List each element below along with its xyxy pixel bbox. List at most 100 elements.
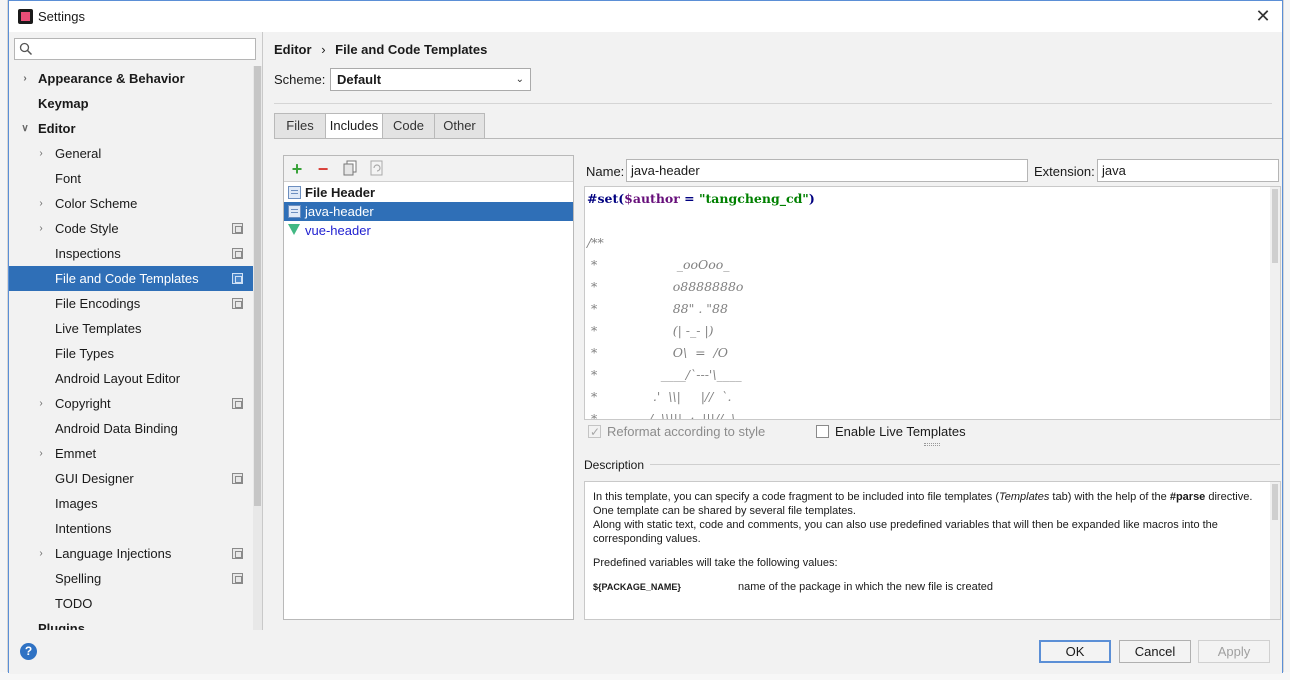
scheme-label: Scheme:	[274, 72, 326, 87]
sidebar-item-label: Font	[55, 171, 82, 186]
file-icon	[288, 186, 301, 199]
vue-icon	[288, 224, 300, 235]
sidebar-item-label: Plugins	[38, 621, 85, 630]
sidebar-item-label: Appearance & Behavior	[38, 71, 185, 86]
chevron-right-icon[interactable]: ›	[35, 441, 47, 466]
copy-icon[interactable]	[341, 160, 359, 178]
tab-files[interactable]: Files	[274, 113, 326, 139]
breadcrumb-current: File and Code Templates	[335, 42, 488, 57]
search-icon	[19, 42, 33, 56]
sidebar-item[interactable]: TODO	[9, 591, 253, 616]
sidebar-item-label: File and Code Templates	[55, 271, 199, 286]
code-line: * ____/`---'\____	[587, 367, 742, 382]
sidebar-item[interactable]: File and Code Templates	[9, 266, 253, 291]
sidebar-item[interactable]: Font	[9, 166, 253, 191]
scheme-dropdown[interactable]: Default ⌄	[330, 68, 531, 91]
sidebar-item-label: Editor	[38, 121, 76, 136]
sidebar-item-label: Android Data Binding	[55, 421, 178, 436]
template-label: File Header	[305, 185, 376, 200]
sidebar-item[interactable]: Android Data Binding	[9, 416, 253, 441]
code-line: * 88" . "88	[587, 301, 728, 316]
template-list-item[interactable]: java-header	[284, 202, 573, 221]
sidebar-item[interactable]: Inspections	[9, 241, 253, 266]
chevron-right-icon[interactable]: ›	[19, 66, 31, 91]
sidebar-item-label: Color Scheme	[55, 196, 138, 211]
description-header: Description	[584, 458, 645, 472]
list-toolbar: + −	[284, 156, 573, 182]
name-label: Name:	[586, 164, 625, 179]
editor-scrollbar[interactable]	[1270, 187, 1280, 419]
search-input[interactable]	[14, 38, 256, 60]
divider	[274, 103, 1272, 104]
enable-live-templates-checkbox[interactable]: Enable Live Templates	[816, 423, 966, 441]
dialog-button-bar: ? OK Cancel Apply	[9, 630, 1282, 674]
sidebar-item-label: Language Injections	[55, 546, 172, 561]
project-scope-icon	[232, 573, 243, 584]
background-app-strip-right	[1283, 0, 1290, 680]
template-list-item[interactable]: vue-header	[284, 221, 573, 240]
sidebar-item[interactable]: Keymap	[9, 91, 253, 116]
sidebar-item[interactable]: › Code Style	[9, 216, 253, 241]
description-scrollbar[interactable]	[1270, 482, 1280, 619]
reset-icon[interactable]	[368, 160, 386, 178]
extension-label: Extension:	[1034, 164, 1095, 179]
sidebar-item-label: Keymap	[38, 96, 89, 111]
sidebar-item[interactable]: GUI Designer	[9, 466, 253, 491]
tab-other[interactable]: Other	[434, 113, 485, 139]
chevron-down-icon[interactable]: ∨	[19, 116, 31, 141]
chevron-right-icon[interactable]: ›	[35, 141, 47, 166]
sidebar-item[interactable]: › General	[9, 141, 253, 166]
template-list-item[interactable]: File Header	[284, 183, 573, 202]
chevron-right-icon[interactable]: ›	[35, 216, 47, 241]
extension-field[interactable]: java	[1097, 159, 1279, 182]
sidebar-item-label: General	[55, 146, 102, 161]
template-code-editor[interactable]: #set($author = "tangcheng_cd") /** * _oo…	[584, 186, 1281, 420]
code-line: * (| -_- |)	[587, 323, 714, 338]
sidebar-item[interactable]: Live Templates	[9, 316, 253, 341]
settings-content: Editor › File and Code Templates Scheme:…	[264, 32, 1282, 630]
chevron-right-icon[interactable]: ›	[35, 391, 47, 416]
sidebar-item[interactable]: Android Layout Editor	[9, 366, 253, 391]
sidebar-item[interactable]: › Copyright	[9, 391, 253, 416]
code-line: /**	[587, 235, 604, 250]
breadcrumb-editor: Editor	[274, 42, 312, 57]
name-field[interactable]: java-header	[626, 159, 1028, 182]
sidebar-item-label: TODO	[55, 596, 93, 611]
sidebar-item-label: Inspections	[55, 246, 121, 261]
code-line: * .' \\| |// `.	[587, 389, 732, 404]
breadcrumb-separator: ›	[321, 42, 326, 57]
add-icon[interactable]: +	[288, 160, 306, 178]
sidebar-item[interactable]: File Encodings	[9, 291, 253, 316]
chevron-right-icon[interactable]: ›	[35, 191, 47, 216]
sidebar-item[interactable]: Images	[9, 491, 253, 516]
sidebar-item[interactable]: › Color Scheme	[9, 191, 253, 216]
remove-icon[interactable]: −	[314, 160, 332, 178]
sidebar-item-label: File Encodings	[55, 296, 141, 311]
project-scope-icon	[232, 548, 243, 559]
sidebar-item[interactable]: Spelling	[9, 566, 253, 591]
project-scope-icon	[232, 398, 243, 409]
intellij-app-icon	[18, 9, 33, 24]
ok-button[interactable]: OK	[1039, 640, 1111, 663]
description-text: In this template, you can specify a code…	[593, 490, 1263, 594]
reformat-checkbox[interactable]: Reformat according to style	[588, 423, 765, 441]
sidebar-item[interactable]: ∨ Editor	[9, 116, 253, 141]
help-icon[interactable]: ?	[20, 643, 37, 660]
sidebar-item[interactable]: › Emmet	[9, 441, 253, 466]
sidebar-scrollbar[interactable]	[253, 66, 262, 630]
sidebar-item[interactable]: Intentions	[9, 516, 253, 541]
tab-code[interactable]: Code	[382, 113, 435, 139]
tabs-divider	[274, 138, 1282, 139]
cancel-button[interactable]: Cancel	[1119, 640, 1191, 663]
sidebar-item[interactable]: › Language Injections	[9, 541, 253, 566]
tab-includes[interactable]: Includes	[325, 113, 383, 139]
sidebar-item[interactable]: Plugins	[9, 616, 253, 630]
chevron-right-icon[interactable]: ›	[35, 541, 47, 566]
template-label: vue-header	[305, 223, 371, 238]
sidebar-item[interactable]: File Types	[9, 341, 253, 366]
apply-button[interactable]: Apply	[1198, 640, 1270, 663]
project-scope-icon	[232, 273, 243, 284]
sidebar-item[interactable]: › Appearance & Behavior	[9, 66, 253, 91]
splitter-grip[interactable]	[924, 443, 940, 446]
close-icon[interactable]: ✕	[1252, 5, 1274, 27]
